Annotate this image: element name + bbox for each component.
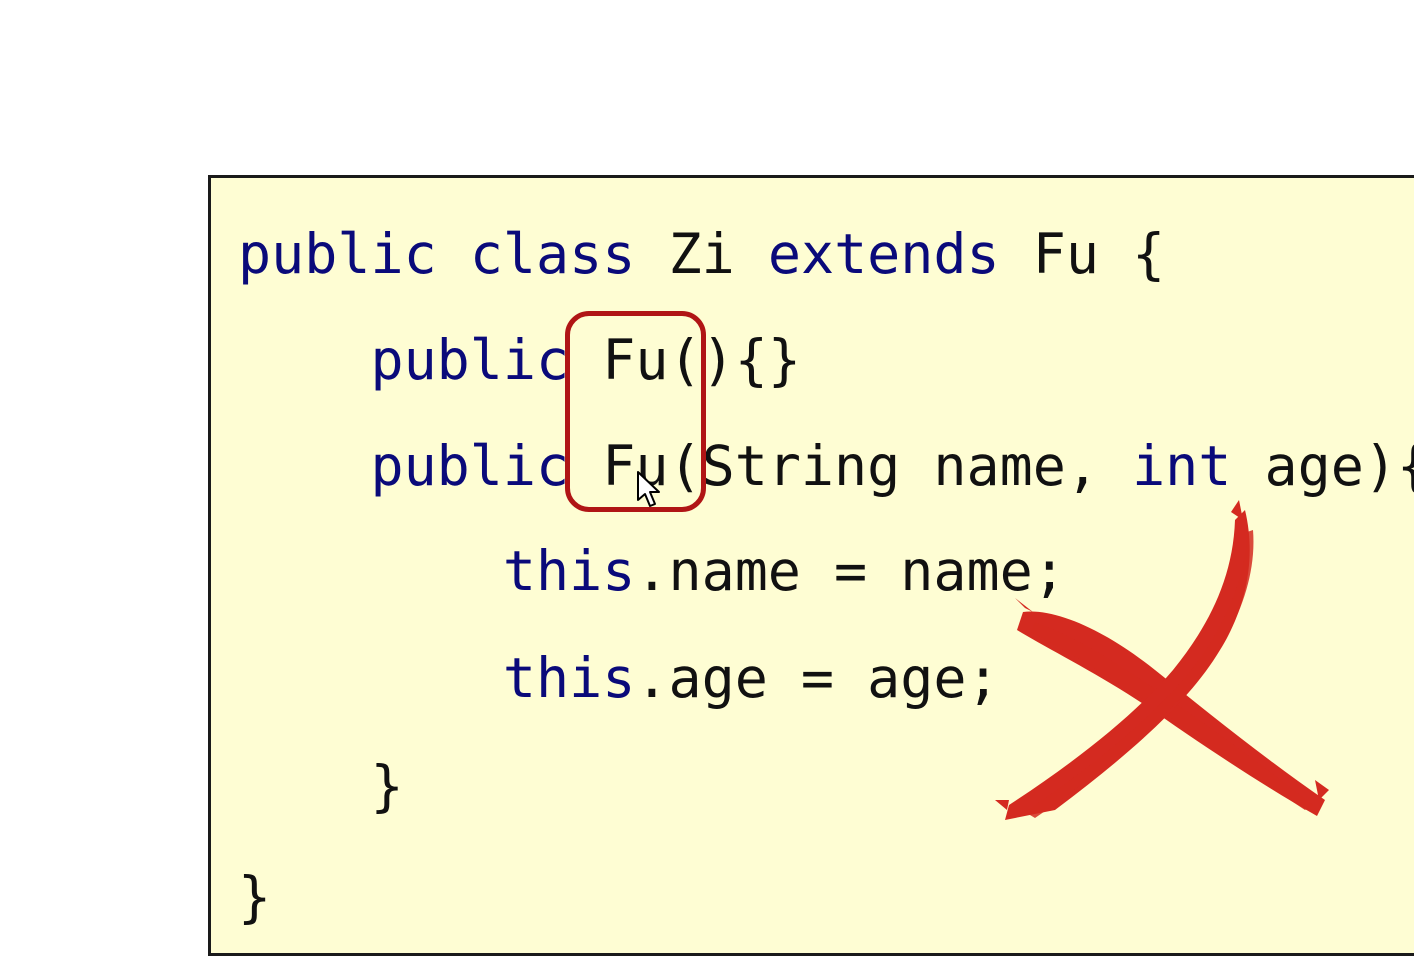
code-token: Fu {	[999, 222, 1166, 286]
code-line: }	[238, 750, 404, 822]
code-token: }	[370, 754, 404, 818]
slide-stage: public class Zi extends Fu { public Fu()…	[0, 0, 1414, 980]
code-line: this.age = age;	[238, 642, 1000, 714]
code-token: .age = age;	[635, 646, 1000, 710]
code-keyword: int	[1132, 434, 1232, 498]
code-line: public class Zi extends Fu {	[238, 218, 1165, 290]
code-line: public Fu(){}	[238, 324, 800, 396]
code-keyword: class	[469, 222, 636, 286]
code-keyword: this	[502, 539, 636, 603]
mouse-pointer-icon	[637, 471, 660, 507]
code-keyword: public	[238, 222, 437, 286]
code-line: this.name = name;	[238, 535, 1066, 607]
code-token: Zi	[635, 222, 768, 286]
code-line: public Fu(String name, int age){	[238, 430, 1414, 502]
code-keyword: public	[370, 434, 570, 498]
code-keyword: this	[502, 646, 636, 710]
code-line: }	[238, 861, 271, 933]
code-token: age){	[1231, 434, 1414, 498]
code-keyword: extends	[767, 222, 1000, 286]
code-keyword: public	[370, 328, 570, 392]
red-x-mark-icon	[995, 500, 1329, 820]
code-token: }	[238, 865, 272, 929]
